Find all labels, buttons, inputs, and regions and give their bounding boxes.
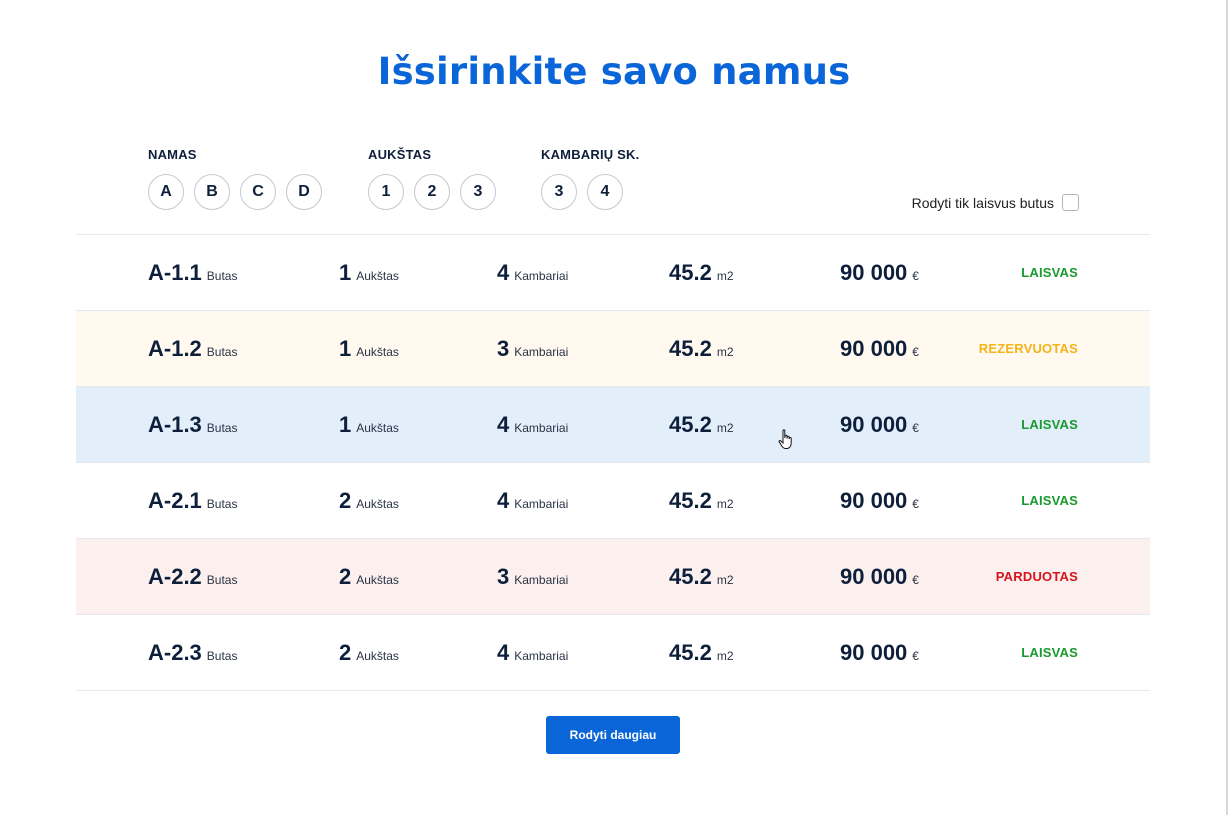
filter-aukstas-option-1[interactable]: 1 <box>368 174 404 210</box>
rooms-label: Kambariai <box>514 269 569 283</box>
filter-kambariai-option-3[interactable]: 3 <box>541 174 577 210</box>
filter-namas-option-b[interactable]: B <box>194 174 230 210</box>
only-free-label: Rodyti tik laisvus butus <box>911 194 1054 211</box>
apartment-type-label: Butas <box>206 573 238 587</box>
apartment-area: 45.2 <box>669 259 712 285</box>
apartment-list: A-1.1 Butas 1 Aukštas 4 Kambariai 45.2 m2 90… <box>76 234 1150 691</box>
filter-aukstas: AUKŠTAS 1 2 3 <box>368 148 496 210</box>
apartment-area: 45.2 <box>669 411 712 437</box>
show-more-button[interactable]: Rodyti daugiau <box>546 716 680 754</box>
rooms-label: Kambariai <box>514 497 569 511</box>
apartment-rooms: 4 <box>497 411 510 437</box>
rooms-label: Kambariai <box>514 649 569 663</box>
apartment-area: 45.2 <box>669 335 712 361</box>
apartment-price: 90 000 <box>840 639 908 665</box>
filter-namas-option-a[interactable]: A <box>148 174 184 210</box>
page-title: Išsirinkite savo namus <box>377 50 851 93</box>
apartment-rooms: 3 <box>497 335 510 361</box>
apartment-row[interactable]: A-1.2 Butas 1 Aukštas 3 Kambariai 45.2 m2 90… <box>76 311 1150 387</box>
apartment-row[interactable]: A-1.3 Butas 1 Aukštas 4 Kambariai 45.2 m2 90… <box>76 387 1150 463</box>
apartment-type-label: Butas <box>206 497 238 511</box>
filter-namas-option-c[interactable]: C <box>240 174 276 210</box>
apartment-id: A-2.3 <box>148 639 202 665</box>
apartment-price: 90 000 <box>840 335 908 361</box>
apartment-price: 90 000 <box>840 487 908 513</box>
filter-aukstas-option-3[interactable]: 3 <box>460 174 496 210</box>
apartment-floor: 1 <box>339 411 352 437</box>
apartment-type-label: Butas <box>206 649 238 663</box>
apartment-type-label: Butas <box>206 421 238 435</box>
apartment-rooms: 4 <box>497 259 510 285</box>
apartment-floor: 2 <box>339 487 352 513</box>
apartment-id: A-2.2 <box>148 563 202 589</box>
apartment-area: 45.2 <box>669 563 712 589</box>
apartment-type-label: Butas <box>206 345 238 359</box>
only-free-filter[interactable]: Rodyti tik laisvus butus <box>912 194 1079 211</box>
status-badge: PARDUOTAS <box>995 569 1078 584</box>
filter-aukstas-label: AUKŠTAS <box>368 147 432 162</box>
status-badge: LAISVAS <box>1021 493 1078 508</box>
currency: € <box>912 269 919 283</box>
status-badge: LAISVAS <box>1021 645 1078 660</box>
only-free-checkbox[interactable] <box>1062 194 1079 211</box>
currency: € <box>912 573 919 587</box>
apartment-id: A-1.1 <box>148 259 202 285</box>
rooms-label: Kambariai <box>514 345 569 359</box>
apartment-price: 90 000 <box>840 563 908 589</box>
currency: € <box>912 497 919 511</box>
apartment-price: 90 000 <box>840 259 908 285</box>
apartment-rooms: 3 <box>497 563 510 589</box>
apartment-rooms: 4 <box>497 639 510 665</box>
area-unit: m2 <box>716 649 734 663</box>
floor-label: Aukštas <box>356 649 399 663</box>
filter-namas: NAMAS A B C D <box>148 148 322 210</box>
floor-label: Aukštas <box>356 269 399 283</box>
currency: € <box>912 421 919 435</box>
apartment-floor: 1 <box>339 335 352 361</box>
filter-namas-option-d[interactable]: D <box>286 174 322 210</box>
status-badge: LAISVAS <box>1021 265 1078 280</box>
floor-label: Aukštas <box>356 573 399 587</box>
currency: € <box>912 345 919 359</box>
apartment-row[interactable]: A-2.3 Butas 2 Aukštas 4 Kambariai 45.2 m2 90… <box>76 615 1150 691</box>
apartment-rooms: 4 <box>497 487 510 513</box>
hand-cursor-icon <box>778 429 792 449</box>
currency: € <box>912 649 919 663</box>
filter-aukstas-option-2[interactable]: 2 <box>414 174 450 210</box>
apartment-price: 90 000 <box>840 411 908 437</box>
area-unit: m2 <box>716 497 734 511</box>
apartment-floor: 2 <box>339 639 352 665</box>
floor-label: Aukštas <box>356 497 399 511</box>
floor-label: Aukštas <box>356 421 399 435</box>
apartment-type-label: Butas <box>206 269 238 283</box>
apartment-row[interactable]: A-2.1 Butas 2 Aukštas 4 Kambariai 45.2 m2 90… <box>76 463 1150 539</box>
floor-label: Aukštas <box>356 345 399 359</box>
apartment-area: 45.2 <box>669 487 712 513</box>
filter-kambariai-label: KAMBARIŲ SK. <box>541 147 640 162</box>
apartment-area: 45.2 <box>669 639 712 665</box>
rooms-label: Kambariai <box>514 573 569 587</box>
rooms-label: Kambariai <box>514 421 569 435</box>
status-badge: REZERVUOTAS <box>978 341 1078 356</box>
apartment-floor: 1 <box>339 259 352 285</box>
apartment-floor: 2 <box>339 563 352 589</box>
status-badge: LAISVAS <box>1021 417 1078 432</box>
area-unit: m2 <box>716 573 734 587</box>
apartment-id: A-1.2 <box>148 335 202 361</box>
apartment-id: A-1.3 <box>148 411 202 437</box>
filter-kambariai-option-4[interactable]: 4 <box>587 174 623 210</box>
filter-namas-label: NAMAS <box>148 147 197 162</box>
filter-kambariai: KAMBARIŲ SK. 3 4 <box>541 148 639 210</box>
apartment-id: A-2.1 <box>148 487 202 513</box>
apartment-row[interactable]: A-1.1 Butas 1 Aukštas 4 Kambariai 45.2 m2 90… <box>76 235 1150 311</box>
area-unit: m2 <box>716 269 734 283</box>
area-unit: m2 <box>716 345 734 359</box>
apartment-row[interactable]: A-2.2 Butas 2 Aukštas 3 Kambariai 45.2 m2 90… <box>76 539 1150 615</box>
area-unit: m2 <box>716 421 734 435</box>
